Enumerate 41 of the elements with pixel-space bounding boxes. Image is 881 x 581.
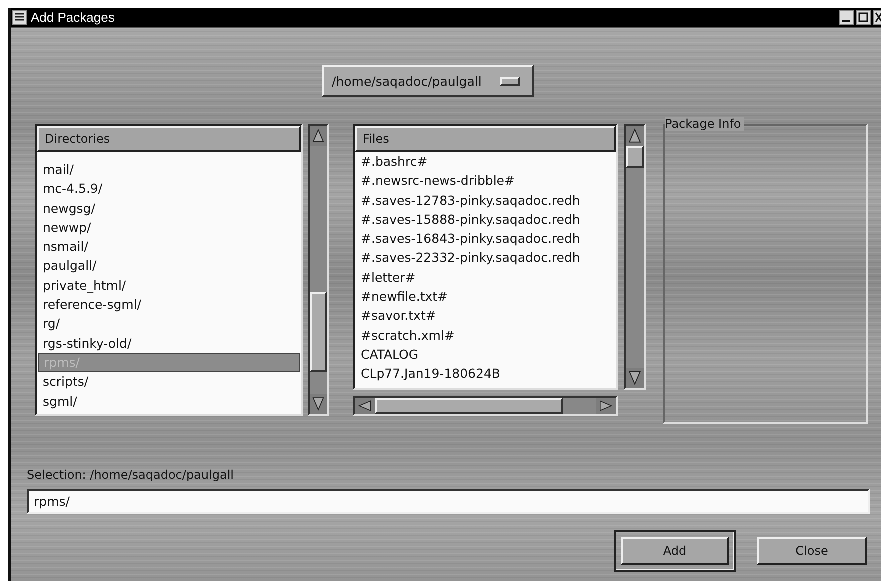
window-menu-icon[interactable] (12, 10, 27, 25)
file-item[interactable]: #.newsrc-news-dribble# (356, 171, 615, 191)
directory-item[interactable]: paulgall/ (38, 256, 300, 276)
add-button[interactable]: Add (621, 537, 729, 565)
close-icon[interactable] (873, 10, 881, 25)
file-item[interactable]: #scratch.xml# (356, 326, 615, 345)
directory-item[interactable]: sgml/ (38, 392, 300, 411)
directory-item[interactable]: reference-sgml/ (38, 295, 300, 314)
file-item[interactable]: #letter# (356, 268, 615, 288)
file-item[interactable]: CLp77.Jan19-180624B (356, 364, 615, 384)
group-title: Package Info (665, 117, 744, 131)
directory-item[interactable]: nsmail/ (38, 237, 300, 256)
directory-item[interactable]: mc-4.5.9/ (38, 179, 300, 199)
file-item[interactable]: #.saves-16843-pinky.saqadoc.redh (356, 229, 615, 248)
selection-label: Selection: /home/saqadoc/paulgall (27, 468, 235, 482)
scrollbar-thumb[interactable] (626, 146, 644, 168)
directory-item[interactable]: newwp/ (38, 218, 300, 238)
window-title: Add Packages (31, 10, 115, 25)
directory-item[interactable]: rg/ (38, 314, 300, 334)
file-item[interactable]: CATALOG (356, 344, 615, 364)
directory-item[interactable]: scripts/ (38, 372, 300, 392)
selection-field[interactable]: rpms/ (27, 489, 870, 514)
file-item[interactable]: #.saves-15888-pinky.saqadoc.redh (356, 210, 615, 230)
column-header: Directories (37, 126, 301, 152)
directory-item[interactable]: mail/ (38, 160, 300, 180)
maximize-icon[interactable] (856, 10, 871, 25)
column-header: Files (355, 126, 616, 152)
path-dropdown[interactable]: /home/saqadoc/paulgall (322, 65, 534, 97)
file-item[interactable]: #savor.txt# (356, 306, 615, 326)
minimize-icon[interactable] (839, 10, 854, 25)
scroll-up-button[interactable] (626, 126, 644, 146)
directory-item[interactable]: newgsg/ (38, 198, 300, 218)
scrollbar-thumb[interactable] (310, 292, 327, 372)
file-item[interactable]: #.saves-12783-pinky.saqadoc.redh (356, 190, 615, 210)
file-item[interactable]: #.bashrc# (356, 152, 615, 172)
close-button[interactable]: Close (757, 537, 867, 565)
file-item[interactable]: #.saves-22332-pinky.saqadoc.redh (356, 248, 615, 268)
directory-item[interactable]: rgs-stinky-old/ (38, 334, 300, 353)
directory-item[interactable]: private_html/ (38, 276, 300, 296)
option-menu-indicator-icon (500, 76, 520, 86)
file-item[interactable]: #newfile.txt# (356, 287, 615, 306)
